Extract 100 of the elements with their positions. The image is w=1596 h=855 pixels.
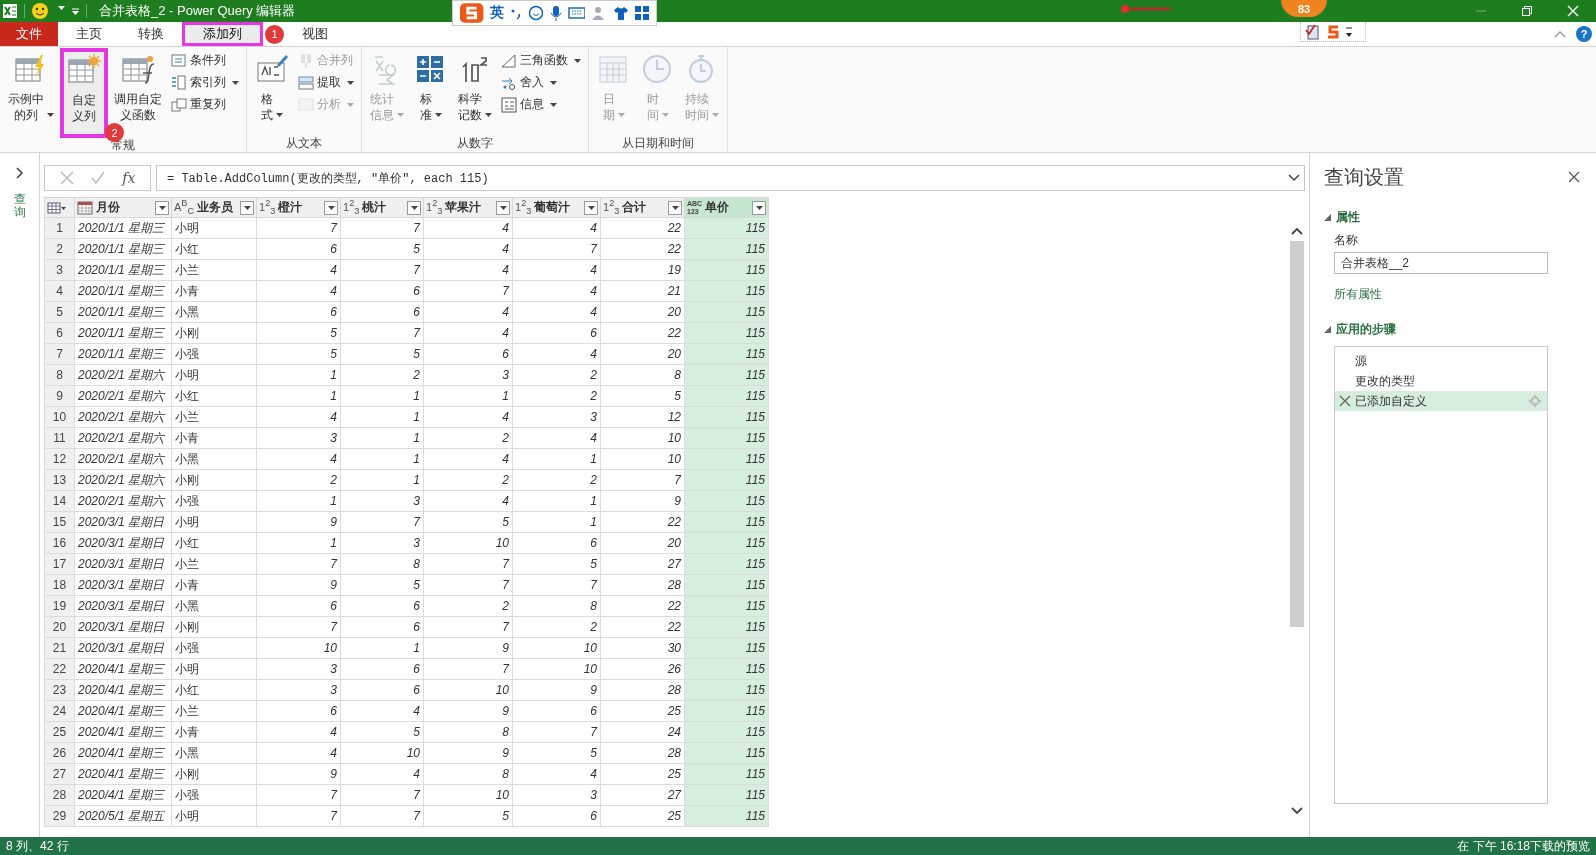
table-cell: 4	[423, 322, 513, 344]
ribbon-tab[interactable]: 转换	[120, 22, 182, 46]
filter-button[interactable]	[752, 200, 766, 215]
ribbon-button[interactable]: 标准	[410, 48, 452, 134]
ribbon-button[interactable]: 格式	[251, 48, 293, 134]
table-cell: 20	[600, 532, 685, 554]
ribbon-button[interactable]: 信息	[498, 94, 584, 115]
collapse-ribbon-icon[interactable]	[1554, 30, 1566, 38]
grid-icon[interactable]	[634, 5, 651, 21]
table-cell: 2020/4/1 星期三	[74, 679, 172, 701]
filter-button[interactable]	[324, 200, 338, 215]
ribbon-tab[interactable]: 主页	[58, 22, 120, 46]
ribbon-button[interactable]: 重复列	[168, 94, 242, 115]
ribbon-button[interactable]: 索引列	[168, 72, 242, 93]
filter-button[interactable]	[407, 200, 421, 215]
expand-triangle-icon[interactable]	[1324, 214, 1331, 221]
queries-pane-label[interactable]: 查询	[13, 193, 26, 220]
table-cell: 5	[600, 385, 685, 407]
ribbon-button[interactable]: 示例中的列	[4, 48, 58, 134]
ribbon-tab[interactable]: 添加列	[182, 22, 263, 46]
column-header[interactable]: 1$^{2}$$_{3}$ 合计	[600, 197, 685, 218]
step-item[interactable]: 已添加自定义	[1335, 391, 1547, 411]
overflow-icon[interactable]	[1345, 24, 1353, 39]
table-cell: 2020/3/1 星期日	[74, 595, 172, 617]
caret-icon	[499, 205, 507, 210]
name-field[interactable]: 合并表格__2	[1334, 252, 1548, 274]
formula-field[interactable]: = Table.AddColumn(更改的类型, "单价", each 115)	[156, 165, 1305, 191]
help-icon[interactable]: ?	[1576, 26, 1592, 42]
delete-icon[interactable]	[1339, 395, 1351, 407]
caret-icon	[410, 205, 418, 210]
step-badge: 1	[265, 24, 284, 44]
column-header[interactable]: 1$^{2}$$_{3}$ 桃汁	[340, 197, 424, 218]
shirt-icon[interactable]	[612, 5, 629, 21]
close-pane-button[interactable]	[1568, 171, 1580, 183]
table-cell: 3	[340, 490, 424, 512]
filter-button[interactable]	[668, 200, 682, 215]
table-cell: 2020/1/1 星期三	[74, 343, 172, 365]
insert-function-button[interactable]: fx	[122, 170, 136, 186]
ribbon-button[interactable]: 条件列	[168, 50, 242, 71]
filter-button[interactable]	[240, 200, 254, 215]
table-cell: 5	[256, 343, 341, 365]
table-cell: 2020/1/1 星期三	[74, 217, 172, 239]
microphone-icon[interactable]	[549, 5, 562, 21]
vertical-scrollbar[interactable]	[1289, 227, 1305, 815]
column-header[interactable]: 月份	[74, 197, 172, 218]
ribbon-button[interactable]: 自定义列	[60, 48, 108, 138]
table-cell: 小青	[171, 721, 257, 743]
ribbon-tab[interactable]: 文件	[0, 22, 58, 46]
table-cell: 9	[256, 763, 341, 785]
step-item[interactable]: 源	[1335, 351, 1547, 371]
table-cell: 小强	[171, 637, 257, 659]
scroll-down-icon[interactable]	[1291, 807, 1303, 815]
table-cell: 1	[423, 385, 513, 407]
emoji-icon[interactable]	[528, 5, 544, 21]
row-number: 2	[44, 238, 75, 260]
table-cell: 6	[340, 658, 424, 680]
step-label: 源	[1355, 352, 1368, 370]
column-header[interactable]: A$^{B}$$_{C}$ 业务员	[171, 197, 257, 218]
keyboard-icon[interactable]	[567, 6, 586, 20]
table-cell: 小兰	[171, 406, 257, 428]
row-number: 11	[44, 427, 75, 449]
check-icon[interactable]	[90, 171, 105, 185]
expand-triangle-icon[interactable]	[1324, 326, 1331, 333]
ribbon-button[interactable]: 舍入	[498, 72, 584, 93]
filter-button[interactable]	[584, 200, 598, 215]
quick-access-menu-icon[interactable]	[71, 6, 80, 16]
filter-button[interactable]	[155, 200, 169, 215]
smiley-icon[interactable]	[31, 2, 49, 20]
volume-slider-drawing	[1120, 4, 1172, 14]
table-cell: 22	[600, 217, 685, 239]
row-number: 13	[44, 469, 75, 491]
ribbon-button[interactable]: 科学记数	[454, 48, 496, 134]
table-cell: 22	[600, 238, 685, 260]
all-properties-link[interactable]: 所有属性	[1334, 286, 1382, 303]
document-check-icon[interactable]	[1305, 23, 1321, 40]
table-cell: 10	[512, 658, 601, 680]
ribbon-button[interactable]: 三角函数	[498, 50, 584, 71]
table-cell: 2020/5/1 星期五	[74, 805, 172, 827]
ribbon-button[interactable]: 提取	[295, 72, 357, 93]
caret-icon	[671, 205, 679, 210]
expand-chevron-icon[interactable]	[15, 167, 24, 179]
caret-icon	[243, 205, 251, 210]
table-cell: 5	[340, 238, 424, 260]
column-header[interactable]: 1$^{2}$$_{3}$ 苹果汁	[423, 197, 513, 218]
language-label[interactable]: 英	[490, 4, 505, 22]
scroll-up-icon[interactable]	[1291, 227, 1303, 235]
s-logo-icon[interactable]	[459, 2, 485, 24]
column-header[interactable]: 1$^{2}$$_{3}$ 葡萄汁	[512, 197, 601, 218]
table-cell: 2020/3/1 星期日	[74, 532, 172, 554]
expand-formula-button[interactable]	[1288, 174, 1300, 182]
s-logo-icon[interactable]	[1325, 23, 1341, 40]
table-cell: 2020/3/1 星期日	[74, 637, 172, 659]
step-item[interactable]: 更改的类型	[1335, 371, 1547, 391]
row-number: 16	[44, 532, 75, 554]
ribbon-tab[interactable]: 视图	[284, 22, 346, 46]
table-cell: 7	[340, 217, 424, 239]
column-header[interactable]: 1$^{2}$$_{3}$ 橙汁	[256, 197, 341, 218]
filter-button[interactable]	[496, 200, 510, 215]
table-menu-button[interactable]	[47, 200, 67, 215]
table-cell: 2020/4/1 星期三	[74, 742, 172, 764]
